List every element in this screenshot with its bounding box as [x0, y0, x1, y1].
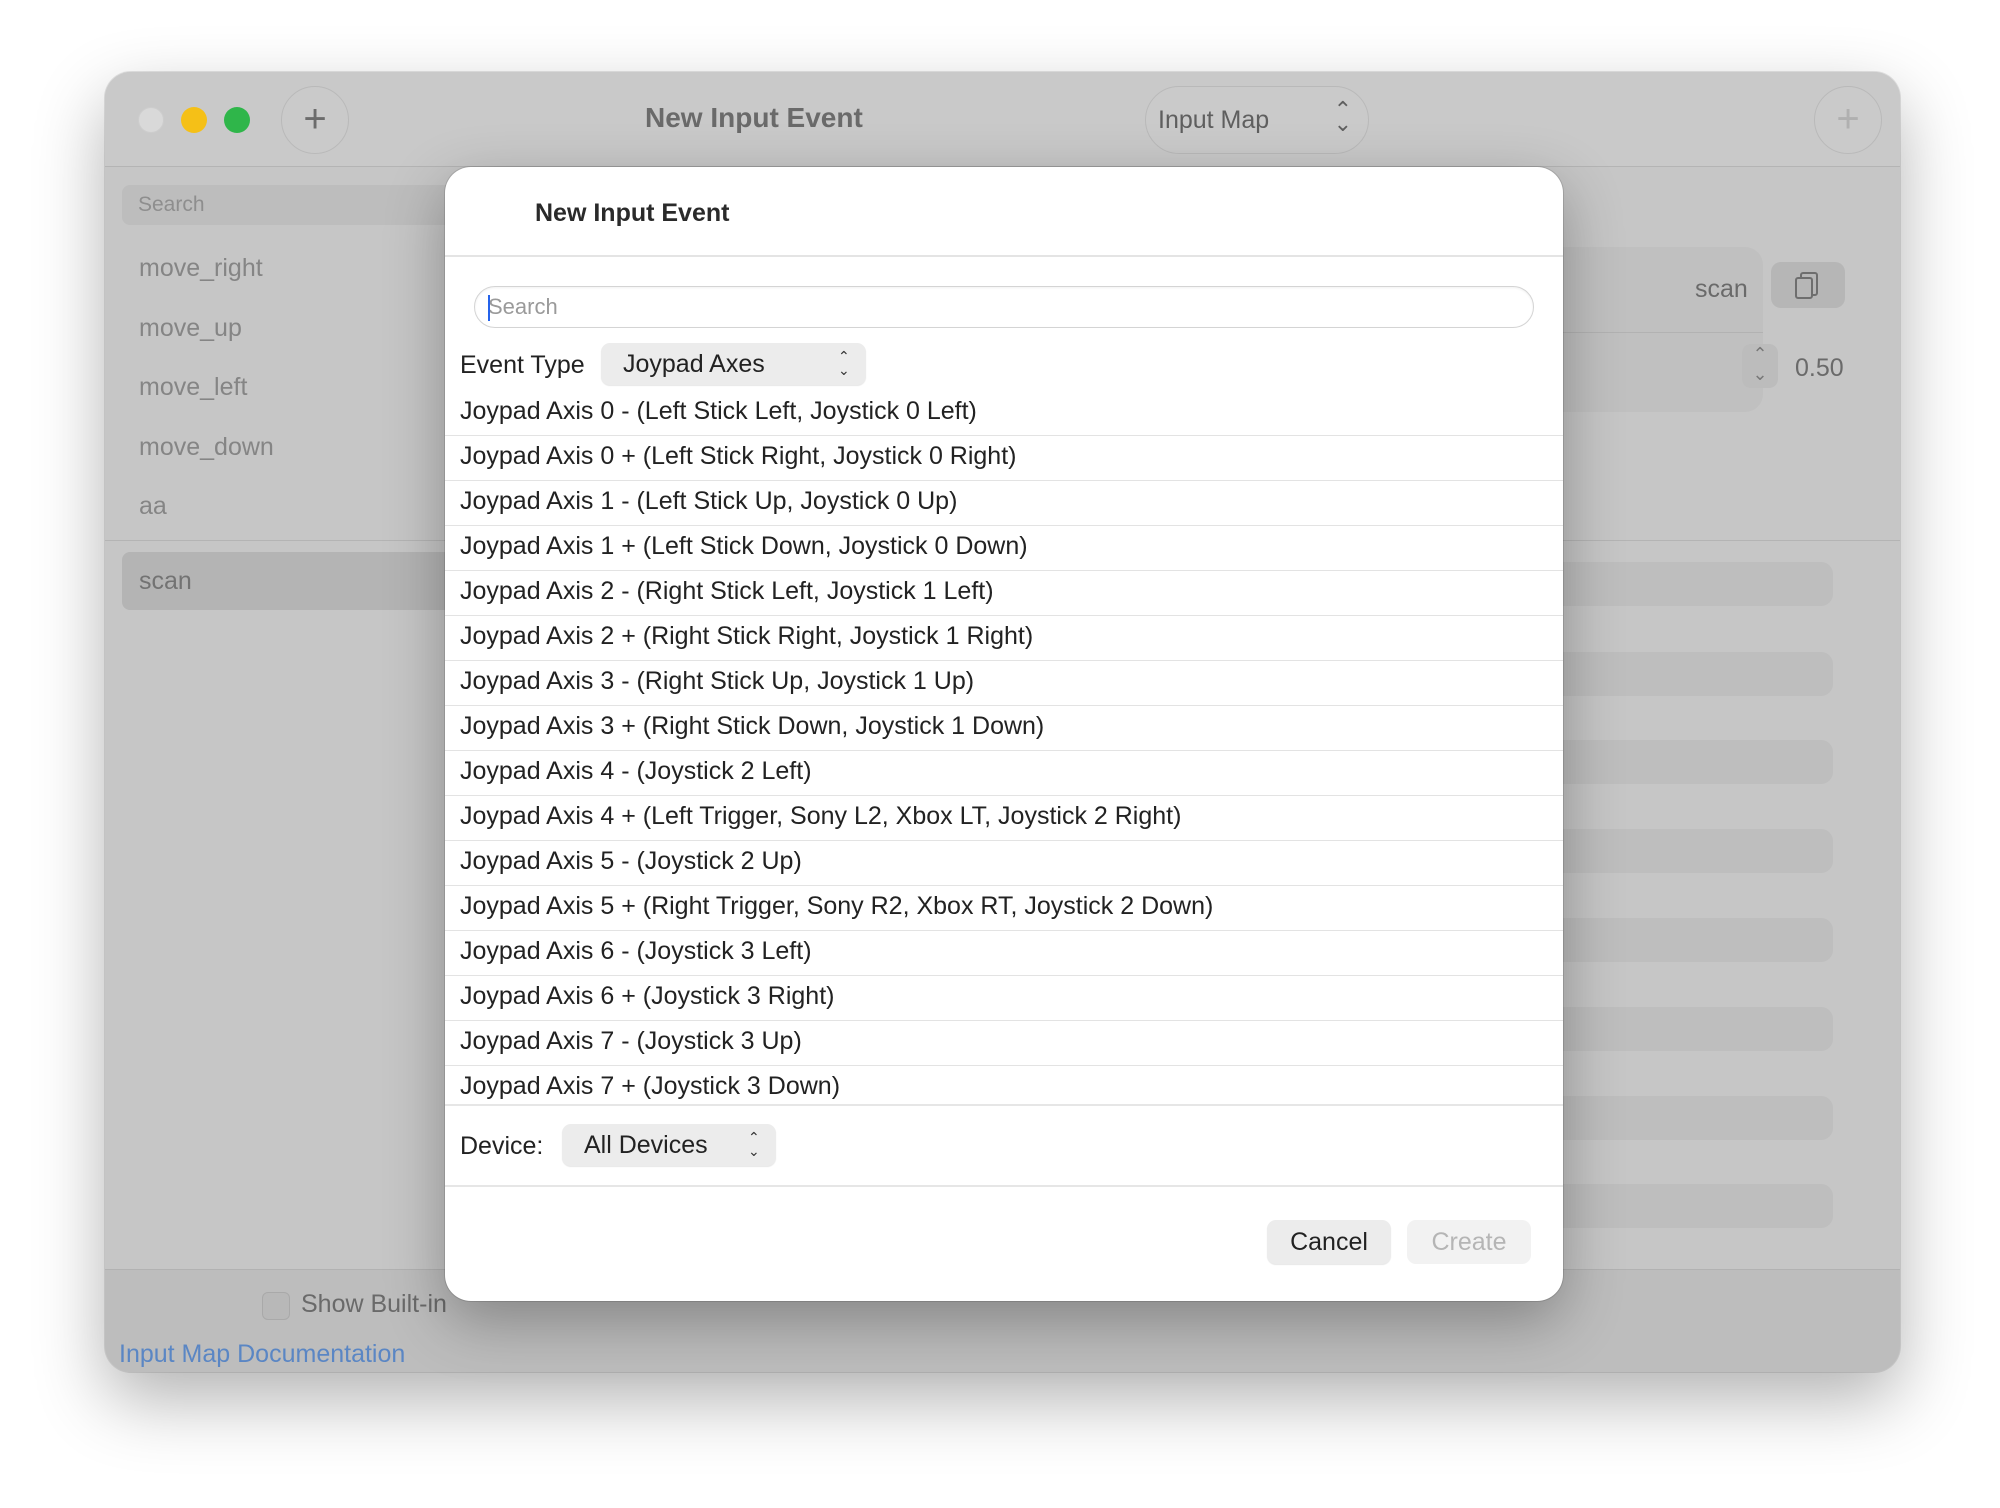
dialog-title: New Input Event: [535, 199, 730, 227]
minimize-window-button[interactable]: [181, 107, 207, 133]
sidebar-item-move-down[interactable]: move_down: [122, 418, 452, 476]
sidebar-item-label: move_right: [139, 254, 263, 282]
sidebar-item-aa[interactable]: aa: [122, 477, 452, 535]
event-search-field[interactable]: [474, 286, 1534, 328]
titlebar: + New Input Event Input Map ⌃ ⌄ +: [105, 72, 1900, 167]
sidebar-item-label: scan: [139, 567, 192, 595]
sidebar-search-placeholder: Search: [138, 193, 205, 216]
close-window-button[interactable]: [138, 107, 164, 133]
action-name-label: scan: [1695, 275, 1748, 303]
deadzone-value: 0.50: [1795, 354, 1844, 382]
chevron-up-down-icon: ⌃ ⌄: [1333, 97, 1352, 136]
event-list-item[interactable]: Joypad Axis 1 + (Left Stick Down, Joysti…: [445, 526, 1563, 571]
event-list-item[interactable]: Joypad Axis 7 + (Joystick 3 Down): [445, 1066, 1563, 1104]
sidebar-item-label: move_down: [139, 433, 274, 461]
event-list-item[interactable]: Joypad Axis 5 + (Right Trigger, Sony R2,…: [445, 886, 1563, 931]
show-builtin-label: Show Built-in: [301, 1290, 447, 1318]
event-type-label: Event Type: [460, 351, 585, 379]
chevron-up-down-icon: ⌃ ⌄: [748, 1129, 760, 1159]
event-list-item[interactable]: Joypad Axis 2 - (Right Stick Left, Joyst…: [445, 571, 1563, 616]
show-builtin-checkbox[interactable]: [262, 1292, 290, 1320]
sidebar-item-move-up[interactable]: move_up: [122, 299, 452, 357]
event-list-item[interactable]: Joypad Axis 4 + (Left Trigger, Sony L2, …: [445, 796, 1563, 841]
event-list[interactable]: Joypad Axis 0 - (Left Stick Left, Joysti…: [445, 391, 1563, 1104]
add-event-button[interactable]: +: [1814, 86, 1882, 154]
mode-select-label: Input Map: [1158, 106, 1270, 134]
device-label: Device:: [460, 1132, 544, 1160]
sidebar-item-move-right[interactable]: move_right: [122, 239, 452, 297]
maximize-window-button[interactable]: [224, 107, 250, 133]
copy-button[interactable]: [1771, 262, 1845, 308]
create-button[interactable]: Create: [1407, 1220, 1531, 1264]
sidebar-item-label: aa: [139, 492, 167, 520]
sidebar-search-input[interactable]: Search: [122, 185, 452, 225]
event-search-input[interactable]: [488, 292, 1508, 322]
event-list-item[interactable]: Joypad Axis 6 - (Joystick 3 Left): [445, 931, 1563, 976]
dialog-header: New Input Event: [445, 167, 1563, 257]
event-list-item[interactable]: Joypad Axis 5 - (Joystick 2 Up): [445, 841, 1563, 886]
sidebar-item-move-left[interactable]: move_left: [122, 358, 452, 416]
event-list-item[interactable]: Joypad Axis 0 + (Left Stick Right, Joyst…: [445, 436, 1563, 481]
event-list-item[interactable]: Joypad Axis 0 - (Left Stick Left, Joysti…: [445, 391, 1563, 436]
event-list-item[interactable]: Joypad Axis 7 - (Joystick 3 Up): [445, 1021, 1563, 1066]
event-list-item[interactable]: Joypad Axis 3 - (Right Stick Up, Joystic…: [445, 661, 1563, 706]
sidebar-item-label: move_up: [139, 314, 242, 342]
event-list-item[interactable]: Joypad Axis 1 - (Left Stick Up, Joystick…: [445, 481, 1563, 526]
event-list-item[interactable]: Joypad Axis 6 + (Joystick 3 Right): [445, 976, 1563, 1021]
event-list-item[interactable]: Joypad Axis 4 - (Joystick 2 Left): [445, 751, 1563, 796]
event-type-value: Joypad Axes: [623, 350, 765, 378]
divider: [445, 1185, 1563, 1187]
sidebar-item-scan[interactable]: scan: [122, 552, 452, 610]
event-list-item[interactable]: Joypad Axis 3 + (Right Stick Down, Joyst…: [445, 706, 1563, 751]
copy-icon-back: [1795, 277, 1813, 299]
device-select[interactable]: All Devices ⌃ ⌄: [562, 1124, 776, 1166]
add-action-button[interactable]: +: [281, 86, 349, 154]
mode-select[interactable]: Input Map ⌃ ⌄: [1145, 86, 1369, 154]
input-map-documentation-link[interactable]: Input Map Documentation: [119, 1340, 405, 1369]
window-title: New Input Event: [645, 102, 863, 133]
sidebar-item-label: move_left: [139, 373, 248, 401]
device-value: All Devices: [584, 1131, 708, 1159]
event-type-select[interactable]: Joypad Axes ⌃ ⌄: [601, 343, 866, 385]
divider: [445, 1104, 1563, 1106]
deadzone-stepper[interactable]: ⌃ ⌄: [1742, 344, 1778, 388]
chevron-up-down-icon: ⌃ ⌄: [838, 348, 850, 378]
new-input-event-dialog: New Input Event Event Type Joypad Axes ⌃…: [445, 167, 1563, 1301]
text-caret: [488, 295, 490, 321]
cancel-button[interactable]: Cancel: [1267, 1220, 1391, 1264]
event-list-item[interactable]: Joypad Axis 2 + (Right Stick Right, Joys…: [445, 616, 1563, 661]
